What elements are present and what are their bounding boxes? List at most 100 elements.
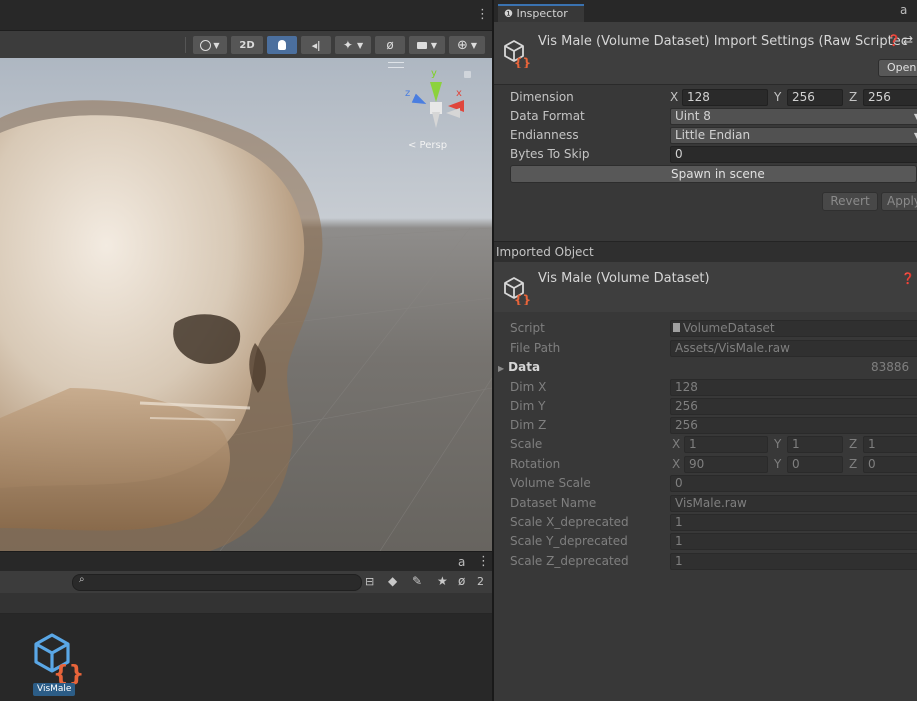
project-search[interactable]: ⌕ (72, 574, 362, 591)
scale-z-deprecated-field: 1 (670, 553, 917, 570)
asset-name-label[interactable]: VisMale (33, 683, 76, 696)
dimension-x-field[interactable]: 128 (682, 89, 768, 106)
info-icon: ❶ (504, 9, 513, 20)
project-header: a ⋮ (0, 551, 492, 572)
favorites-star-icon[interactable]: ★ (437, 574, 448, 588)
dataset-name-row: Dataset Name VisMale.raw (510, 494, 917, 513)
endianness-value: Little Endian (675, 128, 751, 142)
draw-mode-dropdown[interactable]: ▼ (193, 36, 227, 54)
scale-z-deprecated-row: Scale Z_deprecated 1 (510, 552, 917, 571)
scale-x-field: 1 (684, 436, 768, 453)
scale-z-field: 1 (863, 436, 917, 453)
dim-x-label: Dim X (510, 380, 547, 394)
search-by-label-icon[interactable]: ◆ (388, 574, 397, 588)
gizmo-x-label: x (456, 88, 462, 99)
rotation-row: Rotation X 90 Y 0 Z 0 (510, 455, 917, 474)
lock-icon[interactable]: a (458, 555, 465, 569)
dim-z-field: 256 (670, 417, 917, 434)
dim-x-row: Dim X 128 (510, 378, 917, 397)
shading-mode-icon (200, 39, 212, 51)
gizmo-z-cone[interactable] (412, 94, 429, 109)
open-button[interactable]: Open (878, 59, 917, 77)
scale-x-label: X (672, 437, 681, 451)
imported-object-name: Vis Male (Volume Dataset) (538, 271, 710, 286)
hidden-objects-toggle[interactable]: ø (375, 36, 405, 54)
scale-x-deprecated-label: Scale X_deprecated (510, 515, 629, 529)
endianness-dropdown[interactable]: Little Endian▼ (670, 127, 917, 144)
audio-icon: ◂ǀ (311, 38, 321, 52)
dim-z-row: Dim Z 256 (510, 416, 917, 435)
dimension-z-label: Z (849, 90, 858, 104)
more-options-icon[interactable]: ⋮ (913, 2, 917, 17)
import-settings-title: Vis Male (Volume Dataset) Import Setting… (538, 34, 908, 49)
gizmos-dropdown[interactable]: ⊕ ▼ (449, 36, 485, 54)
script-row: Script VolumeDataset (510, 319, 917, 338)
data-format-dropdown[interactable]: Uint 8▼ (670, 108, 917, 125)
scale-label: Scale (510, 437, 543, 451)
file-path-row: File Path Assets/VisMale.raw (510, 339, 917, 358)
2d-mode-button[interactable]: 2D (231, 36, 263, 54)
script-field: VolumeDataset (670, 320, 917, 337)
lighting-toggle[interactable] (267, 36, 297, 54)
gizmo-y-label: y (431, 68, 437, 79)
inspector-tab-bar: ❶ Inspector a ⋮ (494, 0, 917, 22)
spawn-in-scene-button[interactable]: Spawn in scene (510, 165, 917, 183)
more-options-icon[interactable]: ⋮ (477, 554, 490, 569)
more-options-icon[interactable]: ⋮ (476, 7, 489, 22)
data-row: ▶ Data 83886 (498, 358, 917, 377)
scale-z-label: Z (849, 437, 858, 451)
asset-tile[interactable]: {} (28, 626, 88, 687)
camera-dropdown[interactable]: ▼ (409, 36, 445, 54)
scale-y-field: 1 (787, 436, 843, 453)
search-by-type-icon[interactable]: ⊟ (365, 575, 374, 588)
gizmo-crosshair-icon: ⊕ (456, 37, 468, 53)
gizmo-neg-y-cone[interactable] (432, 112, 440, 128)
bytes-to-skip-field[interactable]: 0 (670, 146, 917, 163)
gizmo-z-label: z (405, 88, 411, 99)
scale-y-deprecated-label: Scale Y_deprecated (510, 534, 628, 548)
dimension-row: Dimension X 128 Y 256 Z 256 (510, 88, 917, 107)
scene-viewport[interactable]: y z x < Persp (0, 58, 492, 551)
dim-y-row: Dim Y 256 (510, 397, 917, 416)
hidden-packages-icon[interactable]: ø (458, 574, 465, 588)
imported-object-title: Imported Object (496, 245, 594, 259)
gizmo-y-cone[interactable] (430, 82, 442, 102)
dimension-x-label: X (670, 90, 679, 104)
rotation-y-field: 0 (787, 456, 843, 473)
dataset-name-field: VisMale.raw (670, 495, 917, 512)
script-file-icon (673, 323, 680, 332)
eye-slash-icon: ø (386, 38, 394, 52)
svg-text:{}: {} (514, 293, 530, 305)
projection-label[interactable]: < Persp (408, 140, 447, 151)
inspector-panel: ❶ Inspector a ⋮ {} Vis Male (Volume Data… (494, 0, 917, 701)
effects-icon: ✦ (342, 38, 353, 52)
help-icon[interactable]: ❓ (901, 272, 915, 285)
help-icon[interactable]: ❓ (887, 34, 901, 47)
dim-y-field: 256 (670, 398, 917, 415)
tab-inspector[interactable]: ❶ Inspector (498, 4, 584, 22)
script-value: VolumeDataset (683, 321, 775, 335)
effects-dropdown[interactable]: ✦ ▼ (335, 36, 371, 54)
import-settings-header: {} Vis Male (Volume Dataset) Import Sett… (494, 22, 917, 85)
data-format-value: Uint 8 (675, 109, 711, 123)
volume-scale-field: 0 (670, 475, 917, 492)
search-icon: ⌕ (79, 574, 85, 585)
presets-icon[interactable]: ⇄ (903, 33, 913, 47)
chevron-down-icon: ▼ (213, 40, 220, 50)
lock-icon[interactable]: a (900, 3, 907, 17)
rotation-label: Rotation (510, 457, 561, 471)
volume-dataset-icon: {} (504, 277, 530, 305)
endianness-row: Endianness Little Endian▼ (510, 126, 917, 145)
volume-dataset-icon: {} (34, 633, 84, 687)
gizmo-neg-x-cone[interactable] (446, 108, 460, 118)
dimension-z-field[interactable]: 256 (863, 89, 917, 106)
data-count: 83886 (871, 360, 910, 374)
audio-toggle[interactable]: ◂ǀ (301, 36, 331, 54)
dim-x-field: 128 (670, 379, 917, 396)
orientation-gizmo[interactable]: y z x < Persp (400, 68, 476, 158)
dimension-y-field[interactable]: 256 (787, 89, 843, 106)
apply-button[interactable]: Apply (881, 192, 917, 211)
foldout-arrow-icon[interactable]: ▶ (498, 364, 504, 373)
revert-button[interactable]: Revert (822, 192, 878, 211)
label-tag-icon[interactable]: ✎ (412, 574, 422, 588)
